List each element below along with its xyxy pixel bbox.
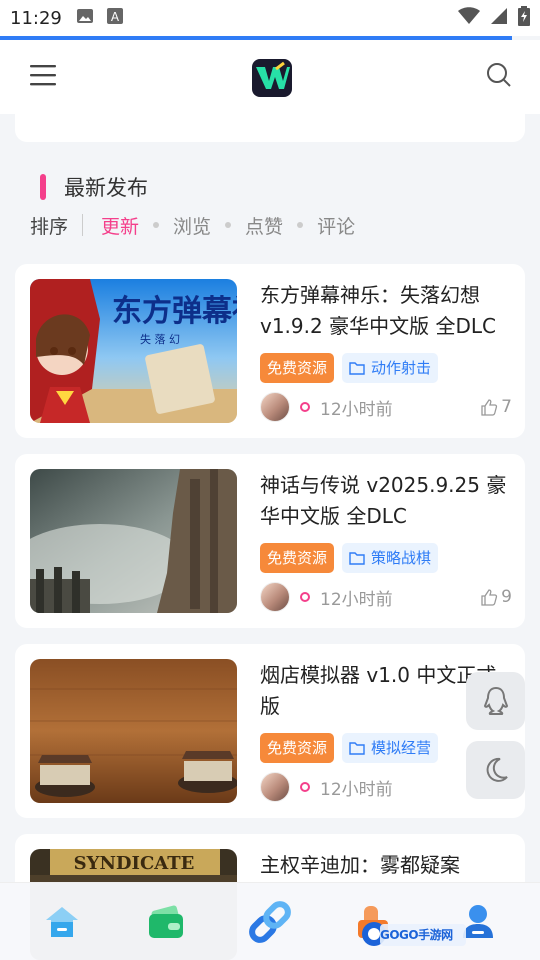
sort-option-views[interactable]: 浏览: [169, 212, 215, 239]
free-resource-tag[interactable]: 免费资源: [260, 353, 335, 383]
sort-dot: [225, 222, 232, 228]
top-header: [0, 40, 540, 114]
thumbs-up-icon: [481, 589, 498, 606]
post-thumbnail[interactable]: 东方弹幕神 失 落 幻: [30, 279, 237, 423]
sort-divider: [82, 214, 84, 236]
category-tag[interactable]: 动作射击: [342, 353, 439, 383]
post-thumbnail[interactable]: [30, 469, 237, 613]
post-thumbnail[interactable]: [30, 659, 237, 803]
sort-label: 排序: [30, 215, 69, 238]
thumb-game-logo: SYNDICATE: [74, 853, 195, 874]
image-icon: [76, 7, 94, 29]
folder-icon: [349, 362, 365, 375]
free-resource-tag[interactable]: 免费资源: [260, 733, 335, 763]
folder-icon: [349, 552, 365, 565]
previous-card-bottom: [15, 114, 525, 142]
sort-option-update[interactable]: 更新: [97, 212, 143, 239]
menu-icon[interactable]: [28, 62, 58, 92]
post-time: 12小时前: [320, 589, 393, 610]
category-tag[interactable]: 策略战棋: [342, 543, 439, 573]
like-number: 7: [501, 397, 512, 417]
status-ring-icon: [300, 402, 310, 412]
wallet-icon: [149, 905, 183, 938]
section-accent-bar: [40, 174, 46, 200]
avatar[interactable]: [260, 772, 290, 802]
thumb-game-subtitle: 失 落 幻: [140, 333, 180, 346]
svg-text:A: A: [111, 10, 120, 24]
wifi-icon: [458, 7, 480, 29]
free-resource-tag[interactable]: 免费资源: [260, 543, 335, 573]
nav-link[interactable]: [230, 892, 310, 952]
section-title: 最新发布: [64, 176, 148, 200]
link-icon: [249, 900, 291, 943]
post-card[interactable]: 烟店模拟器 v1.0 中文正式版 免费资源 模拟经营 12小时前: [15, 644, 525, 818]
search-icon[interactable]: [486, 62, 512, 92]
qq-button[interactable]: [466, 672, 525, 730]
thumb-game-title: 东方弹幕神: [112, 294, 237, 329]
signal-icon: [490, 7, 508, 29]
sort-dot: [153, 222, 160, 228]
sort-option-comments[interactable]: 评论: [313, 212, 359, 239]
home-icon: [46, 906, 78, 937]
watermark-text: GOGO手游网: [380, 928, 453, 942]
post-card[interactable]: 东方弹幕神 失 落 幻 东方弹幕神乐：失落幻想 v1.9.2 豪华中文版 全DL…: [15, 264, 525, 438]
a-icon: A: [106, 7, 124, 29]
avatar[interactable]: [260, 582, 290, 612]
post-time: 12小时前: [320, 399, 393, 420]
night-mode-button[interactable]: [466, 741, 525, 799]
sort-bar: 排序 更新 浏览 点赞 评论: [30, 210, 359, 240]
post-title[interactable]: 东方弹幕神乐：失落幻想 v1.9.2 豪华中文版 全DLC: [260, 280, 512, 342]
section-heading: 最新发布: [40, 172, 148, 202]
like-count[interactable]: 9: [480, 587, 512, 607]
folder-icon: [349, 742, 365, 755]
sort-option-likes[interactable]: 点赞: [241, 212, 287, 239]
status-ring-icon: [300, 782, 310, 792]
category-tag[interactable]: 模拟经营: [342, 733, 439, 763]
app-logo-icon[interactable]: [245, 50, 299, 104]
avatar[interactable]: [260, 392, 290, 422]
category-label: 动作射击: [371, 359, 432, 377]
like-count[interactable]: 7: [480, 397, 512, 417]
category-label: 模拟经营: [371, 739, 432, 757]
post-title[interactable]: 神话与传说 v2025.9.25 豪华中文版 全DLC: [260, 470, 512, 532]
nav-wallet[interactable]: [126, 892, 206, 952]
moon-icon: [486, 757, 508, 782]
status-time: 11:29: [10, 7, 62, 29]
post-card[interactable]: 神话与传说 v2025.9.25 豪华中文版 全DLC 免费资源 策略战棋 12…: [15, 454, 525, 628]
thumbs-up-icon: [481, 399, 498, 416]
watermark: GOGO手游网: [360, 900, 472, 952]
post-time: 12小时前: [320, 779, 393, 800]
category-label: 策略战棋: [371, 549, 432, 567]
battery-icon: [518, 6, 530, 30]
status-ring-icon: [300, 592, 310, 602]
like-number: 9: [501, 587, 512, 607]
nav-home[interactable]: [22, 892, 102, 952]
post-title[interactable]: 主权辛迪加：雾都疑案: [260, 850, 512, 881]
qq-penguin-icon: [483, 686, 508, 715]
sort-dot: [297, 222, 304, 228]
status-bar: 11:29 A: [0, 0, 540, 36]
